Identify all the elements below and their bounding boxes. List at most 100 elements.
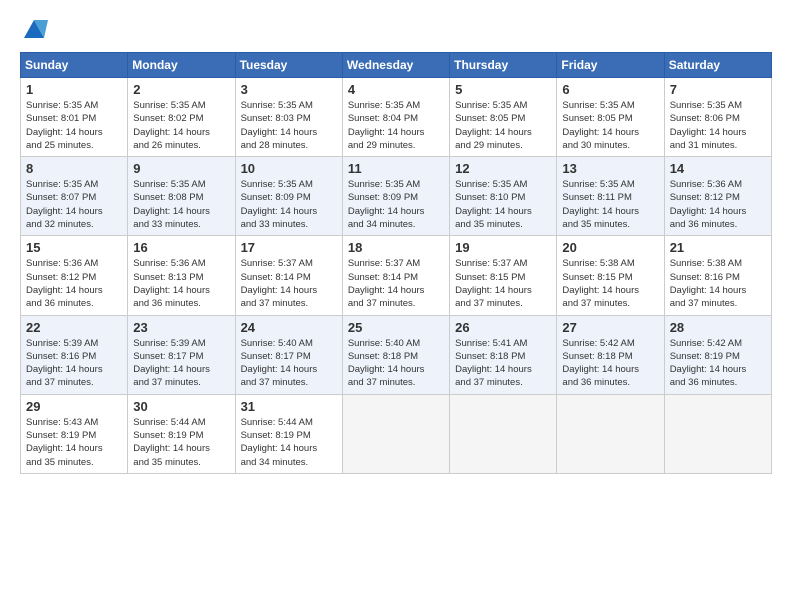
day-number: 9 bbox=[133, 161, 229, 176]
day-number: 6 bbox=[562, 82, 658, 97]
day-number: 24 bbox=[241, 320, 337, 335]
day-info: Sunrise: 5:36 AMSunset: 8:13 PMDaylight:… bbox=[133, 258, 210, 309]
calendar-cell: 3 Sunrise: 5:35 AMSunset: 8:03 PMDaylight… bbox=[235, 78, 342, 157]
calendar-cell: 2Sunrise: 5:35 AMSunset: 8:02 PMDaylight… bbox=[128, 78, 235, 157]
day-info: Sunrise: 5:35 AMSunset: 8:09 PMDaylight:… bbox=[348, 179, 425, 230]
calendar-cell: 19 Sunrise: 5:37 AMSunset: 8:15 PMDayligh… bbox=[450, 236, 557, 315]
calendar-cell: 11 Sunrise: 5:35 AMSunset: 8:09 PMDayligh… bbox=[342, 157, 449, 236]
day-info: Sunrise: 5:42 AMSunset: 8:19 PMDaylight:… bbox=[670, 338, 747, 389]
day-number: 18 bbox=[348, 240, 444, 255]
calendar-cell: 31 Sunrise: 5:44 AMSunset: 8:19 PMDayligh… bbox=[235, 394, 342, 473]
day-info: Sunrise: 5:39 AMSunset: 8:17 PMDaylight:… bbox=[133, 338, 210, 389]
day-info: Sunrise: 5:44 AMSunset: 8:19 PMDaylight:… bbox=[133, 417, 210, 468]
day-info: Sunrise: 5:44 AMSunset: 8:19 PMDaylight:… bbox=[241, 417, 318, 468]
calendar-week-4: 29Sunrise: 5:43 AMSunset: 8:19 PMDayligh… bbox=[21, 394, 772, 473]
day-info: Sunrise: 5:35 AMSunset: 8:08 PMDaylight:… bbox=[133, 179, 210, 230]
day-number: 19 bbox=[455, 240, 551, 255]
day-number: 14 bbox=[670, 161, 766, 176]
calendar-week-0: 1 Sunrise: 5:35 AMSunset: 8:01 PMDaylight… bbox=[21, 78, 772, 157]
calendar-cell: 20Sunrise: 5:38 AMSunset: 8:15 PMDayligh… bbox=[557, 236, 664, 315]
day-number: 31 bbox=[241, 399, 337, 414]
day-info: Sunrise: 5:35 AMSunset: 8:05 PMDaylight:… bbox=[562, 100, 639, 151]
calendar-cell: 4 Sunrise: 5:35 AMSunset: 8:04 PMDaylight… bbox=[342, 78, 449, 157]
header-friday: Friday bbox=[557, 53, 664, 78]
calendar-week-3: 22 Sunrise: 5:39 AMSunset: 8:16 PMDayligh… bbox=[21, 315, 772, 394]
calendar-cell: 18 Sunrise: 5:37 AMSunset: 8:14 PMDayligh… bbox=[342, 236, 449, 315]
day-info: Sunrise: 5:40 AMSunset: 8:17 PMDaylight:… bbox=[241, 338, 318, 389]
day-info: Sunrise: 5:40 AMSunset: 8:18 PMDaylight:… bbox=[348, 338, 425, 389]
day-info: Sunrise: 5:37 AMSunset: 8:14 PMDaylight:… bbox=[348, 258, 425, 309]
logo-icon bbox=[20, 16, 48, 44]
header bbox=[20, 16, 772, 44]
calendar-header-row: SundayMondayTuesdayWednesdayThursdayFrid… bbox=[21, 53, 772, 78]
calendar-cell: 28Sunrise: 5:42 AMSunset: 8:19 PMDayligh… bbox=[664, 315, 771, 394]
day-info: Sunrise: 5:39 AMSunset: 8:16 PMDaylight:… bbox=[26, 338, 103, 389]
day-number: 10 bbox=[241, 161, 337, 176]
header-thursday: Thursday bbox=[450, 53, 557, 78]
calendar-cell: 7Sunrise: 5:35 AMSunset: 8:06 PMDaylight… bbox=[664, 78, 771, 157]
calendar-table: SundayMondayTuesdayWednesdayThursdayFrid… bbox=[20, 52, 772, 474]
day-number: 15 bbox=[26, 240, 122, 255]
day-number: 25 bbox=[348, 320, 444, 335]
calendar-cell: 8 Sunrise: 5:35 AMSunset: 8:07 PMDaylight… bbox=[21, 157, 128, 236]
day-number: 11 bbox=[348, 161, 444, 176]
day-number: 16 bbox=[133, 240, 229, 255]
day-info: Sunrise: 5:42 AMSunset: 8:18 PMDaylight:… bbox=[562, 338, 639, 389]
day-number: 3 bbox=[241, 82, 337, 97]
day-info: Sunrise: 5:35 AMSunset: 8:01 PMDaylight:… bbox=[26, 100, 103, 151]
calendar-cell: 10 Sunrise: 5:35 AMSunset: 8:09 PMDayligh… bbox=[235, 157, 342, 236]
day-number: 30 bbox=[133, 399, 229, 414]
header-tuesday: Tuesday bbox=[235, 53, 342, 78]
calendar-cell: 29Sunrise: 5:43 AMSunset: 8:19 PMDayligh… bbox=[21, 394, 128, 473]
calendar-cell: 12Sunrise: 5:35 AMSunset: 8:10 PMDayligh… bbox=[450, 157, 557, 236]
calendar-cell: 21Sunrise: 5:38 AMSunset: 8:16 PMDayligh… bbox=[664, 236, 771, 315]
day-info: Sunrise: 5:35 AMSunset: 8:07 PMDaylight:… bbox=[26, 179, 103, 230]
day-info: Sunrise: 5:41 AMSunset: 8:18 PMDaylight:… bbox=[455, 338, 532, 389]
header-monday: Monday bbox=[128, 53, 235, 78]
day-info: Sunrise: 5:36 AMSunset: 8:12 PMDaylight:… bbox=[670, 179, 747, 230]
calendar-week-1: 8 Sunrise: 5:35 AMSunset: 8:07 PMDaylight… bbox=[21, 157, 772, 236]
day-number: 1 bbox=[26, 82, 122, 97]
day-number: 23 bbox=[133, 320, 229, 335]
day-info: Sunrise: 5:35 AMSunset: 8:11 PMDaylight:… bbox=[562, 179, 639, 230]
day-number: 4 bbox=[348, 82, 444, 97]
day-number: 8 bbox=[26, 161, 122, 176]
calendar-cell: 23 Sunrise: 5:39 AMSunset: 8:17 PMDayligh… bbox=[128, 315, 235, 394]
day-info: Sunrise: 5:35 AMSunset: 8:09 PMDaylight:… bbox=[241, 179, 318, 230]
calendar-cell bbox=[557, 394, 664, 473]
calendar-cell: 6 Sunrise: 5:35 AMSunset: 8:05 PMDaylight… bbox=[557, 78, 664, 157]
calendar-cell: 5 Sunrise: 5:35 AMSunset: 8:05 PMDaylight… bbox=[450, 78, 557, 157]
day-number: 5 bbox=[455, 82, 551, 97]
day-info: Sunrise: 5:35 AMSunset: 8:10 PMDaylight:… bbox=[455, 179, 532, 230]
calendar-page: SundayMondayTuesdayWednesdayThursdayFrid… bbox=[0, 0, 792, 612]
day-info: Sunrise: 5:37 AMSunset: 8:15 PMDaylight:… bbox=[455, 258, 532, 309]
calendar-cell: 24 Sunrise: 5:40 AMSunset: 8:17 PMDayligh… bbox=[235, 315, 342, 394]
calendar-cell: 13 Sunrise: 5:35 AMSunset: 8:11 PMDayligh… bbox=[557, 157, 664, 236]
calendar-cell: 17 Sunrise: 5:37 AMSunset: 8:14 PMDayligh… bbox=[235, 236, 342, 315]
calendar-week-2: 15Sunrise: 5:36 AMSunset: 8:12 PMDayligh… bbox=[21, 236, 772, 315]
day-info: Sunrise: 5:38 AMSunset: 8:15 PMDaylight:… bbox=[562, 258, 639, 309]
day-number: 17 bbox=[241, 240, 337, 255]
calendar-cell bbox=[664, 394, 771, 473]
day-number: 7 bbox=[670, 82, 766, 97]
day-number: 27 bbox=[562, 320, 658, 335]
day-info: Sunrise: 5:35 AMSunset: 8:03 PMDaylight:… bbox=[241, 100, 318, 151]
day-number: 22 bbox=[26, 320, 122, 335]
calendar-cell: 14 Sunrise: 5:36 AMSunset: 8:12 PMDayligh… bbox=[664, 157, 771, 236]
header-wednesday: Wednesday bbox=[342, 53, 449, 78]
calendar-cell bbox=[450, 394, 557, 473]
calendar-cell: 1 Sunrise: 5:35 AMSunset: 8:01 PMDaylight… bbox=[21, 78, 128, 157]
calendar-cell bbox=[342, 394, 449, 473]
day-number: 26 bbox=[455, 320, 551, 335]
day-info: Sunrise: 5:37 AMSunset: 8:14 PMDaylight:… bbox=[241, 258, 318, 309]
calendar-cell: 27 Sunrise: 5:42 AMSunset: 8:18 PMDayligh… bbox=[557, 315, 664, 394]
calendar-cell: 16 Sunrise: 5:36 AMSunset: 8:13 PMDayligh… bbox=[128, 236, 235, 315]
calendar-cell: 15Sunrise: 5:36 AMSunset: 8:12 PMDayligh… bbox=[21, 236, 128, 315]
day-info: Sunrise: 5:35 AMSunset: 8:04 PMDaylight:… bbox=[348, 100, 425, 151]
day-info: Sunrise: 5:38 AMSunset: 8:16 PMDaylight:… bbox=[670, 258, 747, 309]
day-number: 13 bbox=[562, 161, 658, 176]
header-sunday: Sunday bbox=[21, 53, 128, 78]
day-number: 2 bbox=[133, 82, 229, 97]
day-number: 29 bbox=[26, 399, 122, 414]
day-info: Sunrise: 5:35 AMSunset: 8:05 PMDaylight:… bbox=[455, 100, 532, 151]
